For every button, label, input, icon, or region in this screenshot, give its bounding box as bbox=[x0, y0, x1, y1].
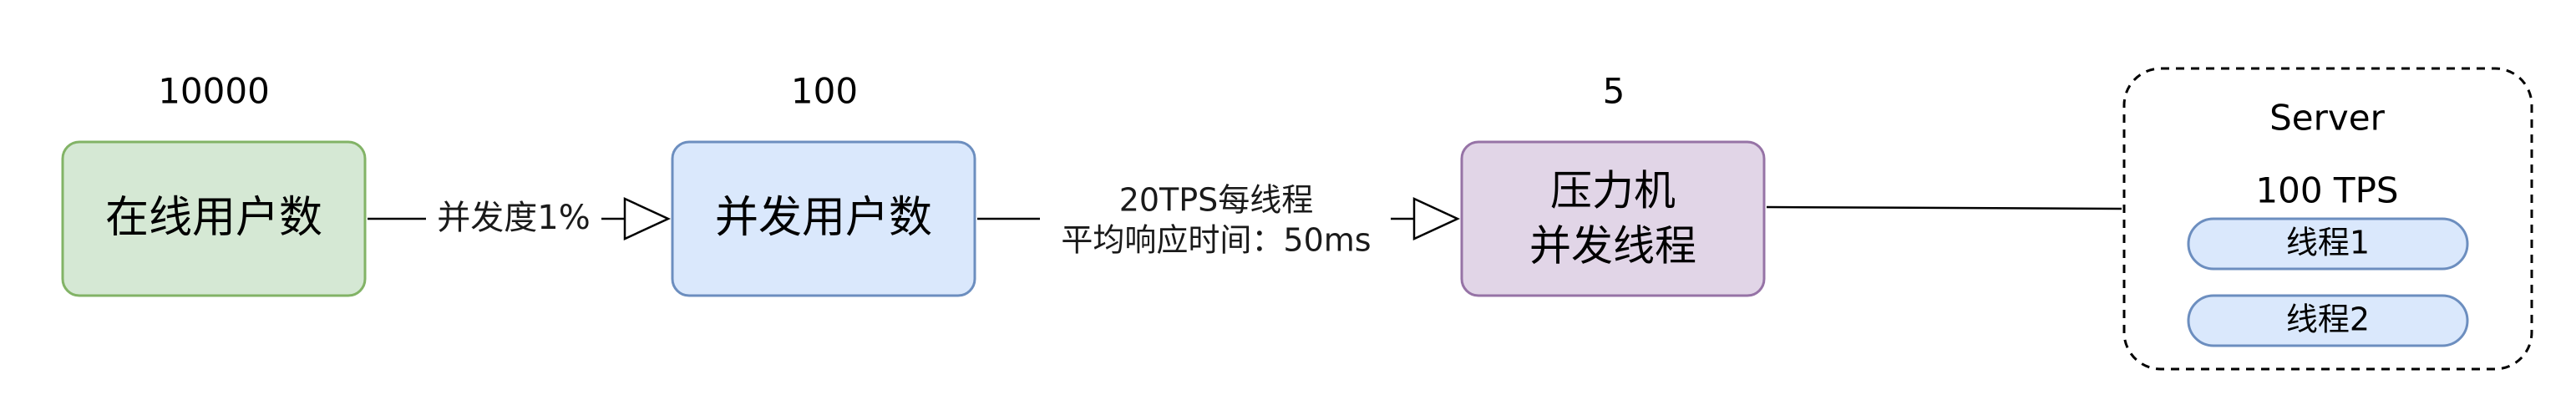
edge-label-avg-response: 平均响应时间：50ms bbox=[1061, 222, 1371, 259]
online-users-count: 10000 bbox=[158, 71, 270, 112]
concurrent-users-count: 100 bbox=[791, 71, 858, 112]
concurrent-users-label: 并发用户数 bbox=[715, 193, 932, 243]
load-threads-box bbox=[1460, 140, 1766, 297]
connector-threads-to-server bbox=[1766, 205, 2122, 210]
server-thread-2-label: 线程2 bbox=[2286, 301, 2370, 338]
load-threads-count: 5 bbox=[1603, 71, 1625, 112]
server-title: Server bbox=[2269, 98, 2385, 139]
edge-label-concurrency-rate: 并发度1% bbox=[437, 199, 590, 237]
load-threads-label-line2: 并发线程 bbox=[1529, 222, 1696, 271]
load-threads-label-line1: 压力机 bbox=[1550, 167, 1676, 215]
arrowhead-hollow bbox=[1412, 197, 1460, 240]
flow-diagram: 并发度1% 20TPS每线程 平均响应时间：50ms 10000 在线用户数 1… bbox=[61, 67, 2533, 371]
edge-label-per-thread-tps: 20TPS每线程 bbox=[1119, 182, 1314, 219]
arrowhead-hollow bbox=[623, 197, 671, 240]
server-thread-1-label: 线程1 bbox=[2286, 225, 2370, 261]
online-users-label: 在线用户数 bbox=[105, 193, 322, 243]
server-tps: 100 TPS bbox=[2255, 170, 2398, 211]
